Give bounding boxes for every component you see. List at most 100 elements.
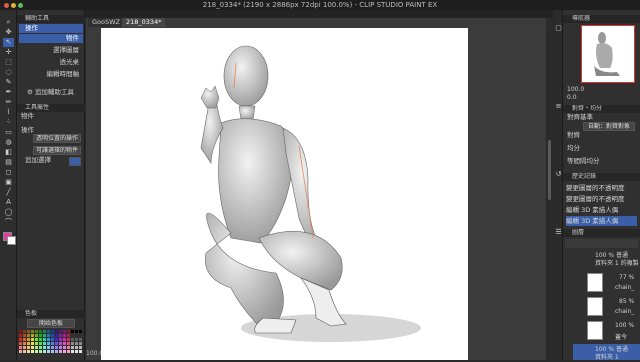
canvas-paper[interactable] (101, 28, 468, 360)
color-swatch[interactable] (79, 342, 82, 345)
color-swatch[interactable] (59, 338, 62, 341)
color-swatch[interactable] (23, 330, 26, 333)
pencil-icon[interactable]: ✏ (3, 98, 14, 107)
color-swatch[interactable] (27, 330, 30, 333)
operation-dropdown[interactable]: 透明位置的操作 (33, 134, 81, 143)
tab-active-document[interactable]: 218_0334* (122, 18, 166, 27)
color-swatch[interactable] (51, 350, 54, 353)
maximize-icon[interactable] (18, 3, 23, 8)
pen-icon[interactable]: ✒ (3, 88, 14, 97)
history-item[interactable]: 變更圖層的不透明度 (566, 194, 637, 204)
color-swatch[interactable] (55, 334, 58, 337)
color-swatch[interactable] (39, 342, 42, 345)
color-swatch[interactable] (35, 330, 38, 333)
color-swatch[interactable] (27, 346, 30, 349)
color-swatch[interactable] (55, 330, 58, 333)
color-swatch[interactable] (23, 350, 26, 353)
color-swatch[interactable] (47, 338, 50, 341)
add-sub-tool-button[interactable]: ⚙ 追加輔助工具 (27, 88, 74, 97)
color-swatch[interactable] (67, 350, 70, 353)
color-swatch[interactable] (27, 350, 30, 353)
color-swatch[interactable] (79, 330, 82, 333)
layer-row[interactable]: 77 % chain_ (587, 272, 640, 294)
color-swatch[interactable] (63, 334, 66, 337)
align-tab-icon[interactable]: ≡ (554, 102, 563, 111)
color-swatch[interactable] (23, 346, 26, 349)
3d-drawing-figure[interactable] (101, 28, 468, 360)
color-swatch[interactable] (55, 338, 58, 341)
color-swatch[interactable] (79, 346, 82, 349)
color-swatch[interactable] (79, 350, 82, 353)
move-icon[interactable]: ✛ (3, 48, 14, 57)
color-swatch[interactable] (67, 342, 70, 345)
color-swatch[interactable] (71, 342, 74, 345)
color-swatch[interactable] (35, 334, 38, 337)
close-icon[interactable] (4, 3, 9, 8)
color-swatch[interactable] (79, 334, 82, 337)
color-swatch[interactable] (47, 342, 50, 345)
color-swatch[interactable] (79, 338, 82, 341)
history-item-selected[interactable]: 編輯 3D 素描人偶 (566, 216, 637, 226)
color-swatch[interactable] (23, 338, 26, 341)
color-swatch[interactable] (39, 350, 42, 353)
color-swatch[interactable] (19, 338, 22, 341)
color-swatch[interactable] (55, 346, 58, 349)
fill-icon[interactable]: ◧ (3, 148, 14, 157)
color-swatch[interactable] (35, 342, 38, 345)
color-swatch[interactable] (67, 346, 70, 349)
color-swatch[interactable] (47, 334, 50, 337)
color-swatch[interactable] (71, 338, 74, 341)
color-swatch[interactable] (75, 350, 78, 353)
color-swatch[interactable] (43, 330, 46, 333)
color-swatch[interactable] (67, 338, 70, 341)
operable-object-button[interactable]: 可讓選擇的物件 (33, 146, 81, 155)
color-swatch[interactable] (75, 346, 78, 349)
color-swatch[interactable] (43, 342, 46, 345)
sub-tool-item-select-layer[interactable]: 選擇圖層 (19, 46, 83, 55)
group-label[interactable]: 操作 (19, 24, 83, 33)
color-swatch[interactable] (23, 334, 26, 337)
color-swatch[interactable] (47, 350, 50, 353)
text-icon[interactable]: A (3, 198, 14, 207)
sub-tool-item-lightbox[interactable]: 透光桌 (19, 58, 83, 67)
color-swatch[interactable] (71, 350, 74, 353)
airbrush-icon[interactable]: ⁘ (3, 118, 14, 127)
color-swatch[interactable] (71, 330, 74, 333)
hand-icon[interactable]: ✥ (3, 28, 14, 37)
eyedropper-icon[interactable]: ✎ (3, 78, 14, 87)
color-swatch[interactable] (63, 346, 66, 349)
navigator-angle-value[interactable]: 0.0 (567, 93, 577, 102)
color-swatch[interactable] (39, 338, 42, 341)
color-swatch[interactable] (31, 334, 34, 337)
lasso-icon[interactable]: ◌ (3, 68, 14, 77)
color-swatch[interactable] (51, 330, 54, 333)
color-swatch[interactable] (55, 342, 58, 345)
gradient-icon[interactable]: ▤ (3, 158, 14, 167)
sub-color-swatch[interactable] (7, 236, 16, 245)
correct-line-icon[interactable]: ⌒ (3, 218, 14, 227)
color-swatch[interactable] (31, 350, 34, 353)
color-swatch[interactable] (43, 338, 46, 341)
history-item[interactable]: 變更圖層的不透明度 (566, 183, 637, 193)
color-swatch[interactable] (51, 334, 54, 337)
color-swatch[interactable] (31, 346, 34, 349)
color-swatch[interactable] (59, 350, 62, 353)
color-swatch[interactable] (27, 338, 30, 341)
color-swatch[interactable] (63, 342, 66, 345)
color-swatch[interactable] (71, 334, 74, 337)
color-swatch[interactable] (51, 346, 54, 349)
color-swatch[interactable] (23, 342, 26, 345)
sub-tool-item-timeline[interactable]: 編輯時間軸 (19, 70, 83, 79)
layer-row[interactable]: 100 % 普通 資料夾 1 的複製 (587, 250, 640, 272)
history-tab-icon[interactable]: ↺ (554, 170, 563, 179)
add-select-toggle[interactable] (69, 157, 81, 166)
color-swatch[interactable] (43, 346, 46, 349)
color-swatch[interactable] (31, 342, 34, 345)
color-swatch[interactable] (75, 338, 78, 341)
brush-icon[interactable]: ⌇ (3, 108, 14, 117)
eraser-icon[interactable]: ▭ (3, 128, 14, 137)
color-swatch[interactable] (43, 350, 46, 353)
color-swatch[interactable] (67, 334, 70, 337)
color-swatch[interactable] (35, 338, 38, 341)
figure-icon[interactable]: ◻ (3, 168, 14, 177)
